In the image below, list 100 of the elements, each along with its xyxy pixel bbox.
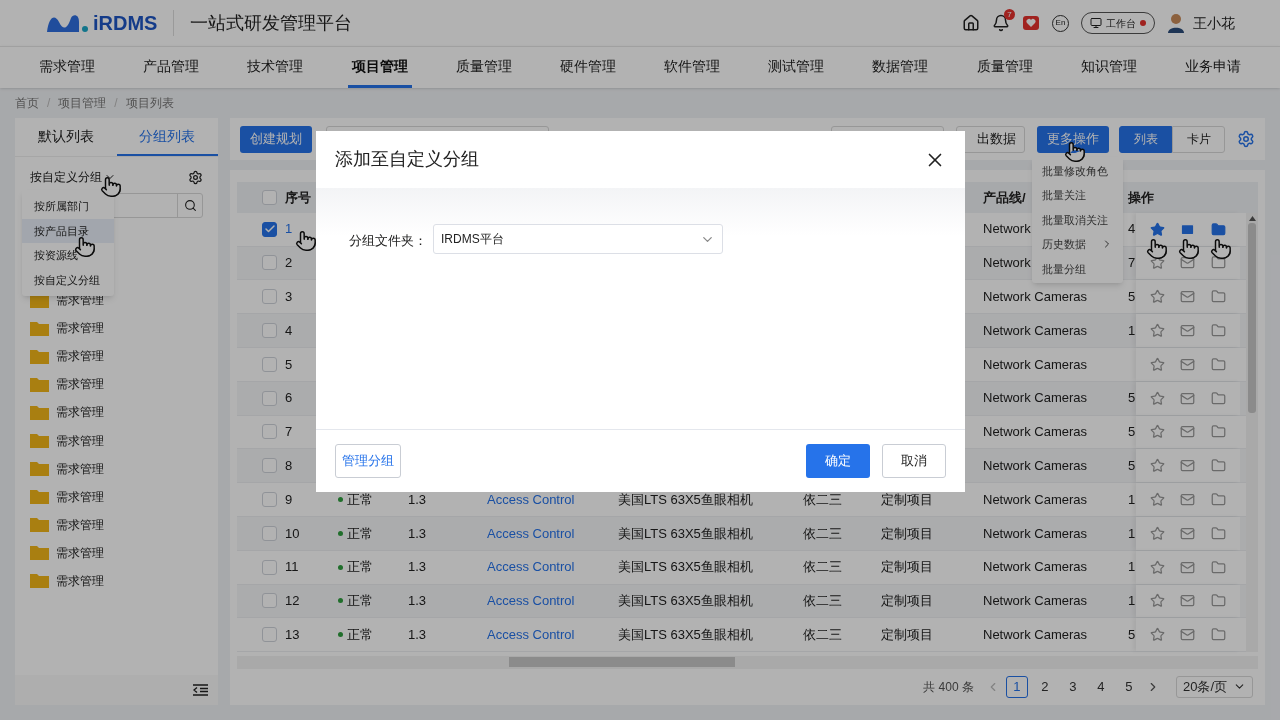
menu-item[interactable]: 批量分组 [1032,256,1123,281]
nav-tab[interactable]: 需求管理 [35,47,100,88]
folder-item[interactable]: 需求管理 [56,515,104,534]
settings-icon[interactable] [1237,130,1255,148]
table-cell-text: 依二三 [803,558,842,577]
project-link[interactable]: Access Control [487,557,575,577]
nav-tab[interactable]: 软件管理 [660,47,725,88]
status-text: 正常 [347,490,373,509]
folder-icon [30,376,49,392]
create-plan-button[interactable]: 创建规划 [240,125,312,153]
menu-item[interactable]: 按产品目录 [22,218,114,243]
scroll-up-arrow-icon[interactable] [1248,215,1256,221]
sidebar-tab[interactable]: 默认列表 [15,118,117,156]
menu-item[interactable]: 批量关注 [1032,183,1123,208]
logo-text: iRDMS [93,11,158,36]
table-cell-text: 9 [285,490,293,509]
logo-icon [45,12,89,34]
confirm-button[interactable]: 确定 [806,444,870,478]
view-toggle[interactable]: 卡片 [1172,125,1225,153]
nav-tab[interactable]: 数据管理 [868,47,933,88]
folder-select[interactable]: IRDMS平台 [433,224,723,254]
nav-tab[interactable]: 项目管理 [347,47,412,88]
star-icon[interactable] [1149,559,1165,575]
notification-badge: 7 [1004,9,1015,20]
nav-tab[interactable]: 业务申请 [1180,47,1245,88]
table-cell-text: Network Cameras [983,288,1088,306]
page-button[interactable]: 5 [1117,675,1140,698]
group-by-select[interactable]: 按自定义分组 [30,168,116,186]
star-icon[interactable] [1149,492,1165,508]
nav-tab[interactable]: 知识管理 [1076,47,1141,88]
search-icon[interactable] [183,199,197,212]
table-row[interactable]: 13 正常 1.3 Access Control 美国LTS 63X5鱼眼相机 依二三 定制项目 Network Cameras 5 [237,618,1246,653]
folder-item[interactable]: 需求管理 [56,403,104,422]
nav-tab[interactable]: 产品管理 [139,47,204,88]
folder-item[interactable]: 需求管理 [56,543,104,562]
home-icon[interactable] [962,14,980,32]
settings-icon[interactable] [188,169,203,185]
user-name[interactable]: 王小花 [1193,12,1235,34]
table-cell-text: 定制项目 [881,524,933,543]
folder-item[interactable]: 需求管理 [56,459,104,478]
table-row[interactable]: 10 正常 1.3 Access Control 美国LTS 63X5鱼眼相机 依二三 定制项目 Network Cameras 1 [237,516,1246,551]
more-actions-button[interactable]: 更多操作 [1037,125,1109,153]
page-size-select[interactable]: 20条/页 [1175,675,1253,698]
folder-icon[interactable] [1211,255,1227,271]
folder-item[interactable]: 需求管理 [56,572,104,590]
folder-item[interactable]: 需求管理 [56,375,104,394]
table-row[interactable]: 12 正常 1.3 Access Control 美国LTS 63X5鱼眼相机 依二三 定制项目 Network Cameras 1 [237,584,1246,619]
star-icon[interactable] [1149,221,1165,237]
cancel-button[interactable]: 取消 [882,444,946,478]
vertical-scrollbar[interactable] [1246,212,1258,653]
menu-item[interactable]: 批量修改角色 [1032,159,1123,184]
star-icon[interactable] [1149,289,1165,305]
menu-item[interactable]: 按自定义分组 [22,267,114,292]
bell-icon[interactable] [992,14,1010,32]
table-cell-text: 5 [1128,625,1136,644]
page-button[interactable]: 2 [1033,675,1056,698]
menu-item[interactable]: 按资源线 [22,243,114,268]
heart-app-icon[interactable] [1022,14,1040,32]
star-icon[interactable] [1149,458,1165,474]
nav-tab[interactable]: 硬件管理 [555,47,620,88]
menu-item[interactable]: 批量取消关注 [1032,207,1123,233]
star-icon[interactable] [1149,390,1165,406]
nav-tab[interactable]: 质量管理 [451,47,516,88]
table-row[interactable]: 11 正常 1.3 Access Control 美国LTS 63X5鱼眼相机 依二三 定制项目 Network Cameras 1 [237,550,1246,585]
table-cell-text: 定制项目 [881,490,933,509]
folder-item[interactable]: 需求管理 [56,347,104,366]
page-button[interactable]: 3 [1061,675,1084,698]
page-button[interactable]: 4 [1089,675,1112,698]
folder-item[interactable]: 需求管理 [56,319,104,338]
star-icon[interactable] [1149,525,1165,541]
project-link[interactable]: Access Control [487,624,575,645]
star-icon[interactable] [1149,593,1165,609]
project-link[interactable]: Access Control [487,591,575,611]
avatar-icon[interactable] [1167,13,1185,33]
star-icon[interactable] [1149,627,1165,643]
breadcrumb-item[interactable]: 项目管理 [58,94,107,112]
nav-tab[interactable]: 技术管理 [243,47,308,88]
star-icon[interactable] [1149,323,1165,339]
menu-item[interactable]: 按所属部门 [22,194,114,219]
folder-icon [30,461,49,477]
star-icon[interactable] [1149,356,1165,372]
nav-tab[interactable]: 质量管理 [972,47,1037,88]
project-link[interactable]: Access Control [487,523,575,544]
table-cell-text: 美国LTS 63X5鱼眼相机 [618,625,753,644]
star-icon[interactable] [1149,424,1165,440]
manage-groups-button[interactable]: 管理分组 [335,444,401,478]
page-button[interactable]: 1 [1005,675,1028,698]
sidebar-tab[interactable]: 分组列表 [116,118,218,156]
checkbox[interactable] [262,221,277,237]
project-link[interactable]: Access Control [487,489,575,510]
collapse-icon[interactable] [193,684,208,696]
view-toggle[interactable]: 列表 [1119,125,1172,153]
horizontal-scrollbar[interactable] [237,656,1258,669]
nav-tab[interactable]: 测试管理 [764,47,829,88]
folder-item[interactable]: 需求管理 [56,431,104,450]
mail-icon[interactable] [1180,255,1196,271]
folder-item[interactable]: 需求管理 [56,487,104,506]
menu-item[interactable]: 历史数据 [1032,232,1123,257]
breadcrumb-item[interactable]: 首页 [15,94,39,112]
table-cell-text: 美国LTS 63X5鱼眼相机 [618,558,753,577]
